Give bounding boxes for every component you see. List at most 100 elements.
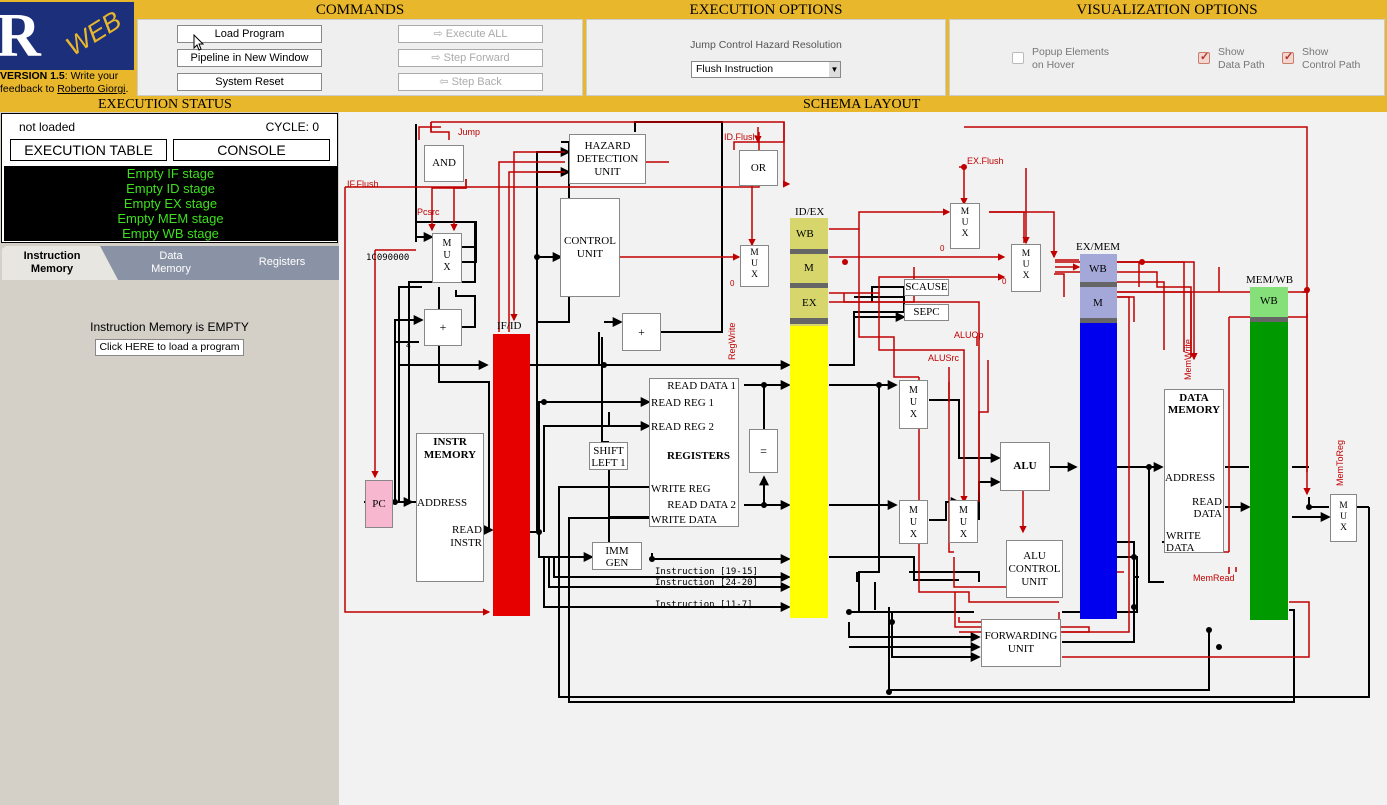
memwrite-signal: MemWrite xyxy=(1183,339,1193,380)
control-line-2: Control Path xyxy=(1302,59,1361,71)
load-program-link[interactable]: Click HERE to load a program xyxy=(95,339,244,356)
exflush-mux-1[interactable]: MUX xyxy=(950,203,980,249)
instr-mem-address: ADDRESS xyxy=(417,497,468,509)
console-button[interactable]: CONSOLE xyxy=(173,139,330,161)
forwarding-unit[interactable]: FORWARDING UNIT xyxy=(981,619,1061,667)
program-counter[interactable]: PC xyxy=(365,480,393,528)
alu-control-unit[interactable]: ALU CONTROL UNIT xyxy=(1006,540,1063,598)
and-gate[interactable]: AND xyxy=(424,145,464,182)
instruction-11-7: Instruction [11-7] xyxy=(655,600,753,610)
logo-letter: R xyxy=(0,2,41,70)
equality-comparator[interactable]: = xyxy=(749,429,778,473)
version-end: . xyxy=(125,83,129,95)
author-link[interactable]: Roberto Giorgi xyxy=(57,83,125,95)
constant-four: 4 xyxy=(406,341,411,350)
shift-line-2: LEFT 1 xyxy=(591,457,626,469)
arrow-right-icon: ⇨ xyxy=(433,28,443,40)
program-state: not loaded xyxy=(19,120,76,134)
write-data-label: WRITE DATA xyxy=(651,514,718,526)
mux-m: M xyxy=(909,385,918,396)
instruction-memory[interactable]: INSTR MEMORY ADDRESS READ INSTR xyxy=(416,433,484,582)
visualization-options-panel: VISUALIZATION OPTIONS Popup Elements on H… xyxy=(949,2,1385,96)
show-control-path-checkbox[interactable] xyxy=(1282,50,1294,64)
memory-tabs: Instruction Memory Data Memory Registers xyxy=(0,246,339,280)
mux-u: U xyxy=(959,517,968,528)
data-mem-write: WRITE DATA xyxy=(1166,530,1201,554)
popup-elements-checkbox[interactable] xyxy=(1012,52,1024,64)
data-memory[interactable]: DATA MEMORY ADDRESS READ DATA WRITE DATA xyxy=(1164,389,1224,554)
pc-mux[interactable]: MUX xyxy=(432,233,462,283)
imm-gen[interactable]: IMM GEN xyxy=(592,542,642,570)
aluop-signal: ALUOp xyxy=(954,330,984,340)
mem-wb-wb: WB xyxy=(1260,295,1278,307)
mux-m: M xyxy=(909,505,918,516)
show-data-path-checkbox[interactable] xyxy=(1198,50,1210,64)
scause-register[interactable]: SCAUSE xyxy=(904,279,949,296)
execute-all-button[interactable]: ⇨ Execute ALL xyxy=(398,25,543,43)
alusrc-mux[interactable]: MUX xyxy=(949,500,978,543)
pc-adder[interactable]: + xyxy=(424,309,462,346)
tab-data-memory[interactable]: Data Memory xyxy=(125,246,217,280)
execute-all-label: Execute ALL xyxy=(445,28,508,40)
if-id-register[interactable] xyxy=(493,334,530,616)
step-back-button[interactable]: ⇦ Step Back xyxy=(398,73,543,91)
memtoreg-signal: MemToReg xyxy=(1335,439,1345,486)
read-instr-2: INSTR xyxy=(450,537,482,549)
exception-address: 1C090000 xyxy=(366,253,410,263)
execution-status-panel: not loaded CYCLE: 0 EXECUTION TABLE CONS… xyxy=(0,112,339,805)
data-mem-line-1: DATA xyxy=(1179,392,1209,404)
exflush-mux-2[interactable]: MUX xyxy=(1011,244,1041,292)
datapath-line-2: Data Path xyxy=(1218,59,1265,71)
branch-adder[interactable]: + xyxy=(622,313,661,351)
id-ex-divider-2 xyxy=(790,283,828,288)
regwrite-signal: RegWrite xyxy=(727,322,737,360)
mux-x: X xyxy=(751,270,758,280)
arrow-left-icon: ⇦ xyxy=(439,76,449,88)
tab-registers[interactable]: Registers xyxy=(236,246,328,280)
control-line-1: CONTROL xyxy=(564,235,616,247)
mem-wb-register[interactable] xyxy=(1250,287,1288,620)
ex-stage-status: Empty EX stage xyxy=(123,196,218,211)
id-ex-wb: WB xyxy=(796,228,814,240)
tab-instruction-line-1: Instruction xyxy=(23,250,81,262)
tab-instruction-memory[interactable]: Instruction Memory xyxy=(6,246,98,280)
alusrc-signal: ALUSrc xyxy=(928,353,960,363)
execution-options-title: EXECUTION OPTIONS xyxy=(689,2,843,18)
system-reset-button[interactable]: System Reset xyxy=(177,73,322,91)
popup-line-1: Popup Elements xyxy=(1032,46,1110,58)
execution-table-button[interactable]: EXECUTION TABLE xyxy=(10,139,167,161)
mem-wb-label: MEM/WB xyxy=(1246,274,1294,286)
hazard-line-2: DETECTION xyxy=(576,153,639,165)
mux-m: M xyxy=(442,238,452,249)
idex-flush-mux[interactable]: MUX xyxy=(740,245,769,287)
jump-hazard-select[interactable]: Flush Instruction ▼ xyxy=(691,61,841,78)
shift-line-1: SHIFT xyxy=(593,445,624,457)
tab-data-line-1: Data xyxy=(159,250,183,262)
cycle-counter: CYCLE: 0 xyxy=(265,120,319,134)
mux-u: U xyxy=(961,218,969,228)
sepc-register[interactable]: SEPC xyxy=(904,304,949,321)
mux-x: X xyxy=(959,529,968,540)
hazard-detection-unit[interactable]: HAZARD DETECTION UNIT xyxy=(569,134,646,184)
control-line-1: Show xyxy=(1302,46,1329,58)
control-line-2: UNIT xyxy=(576,248,604,260)
shift-left-unit[interactable]: SHIFT LEFT 1 xyxy=(589,442,628,470)
mux-x: X xyxy=(1340,523,1347,533)
id-ex-divider-1 xyxy=(790,249,828,254)
step-forward-button[interactable]: ⇨ Step Forward xyxy=(398,49,543,67)
commands-body: Load Program Pipeline in New Window Syst… xyxy=(137,19,583,96)
register-file[interactable]: READ DATA 1 READ REG 1 READ REG 2 REGIST… xyxy=(649,378,739,527)
instruction-memory-message: Instruction Memory is EMPTY xyxy=(90,320,249,334)
execution-options-body: Jump Control Hazard Resolution Flush Ins… xyxy=(586,19,946,96)
jump-signal: Jump xyxy=(458,127,481,137)
forward-a-mux[interactable]: MUX xyxy=(899,380,928,429)
or-gate[interactable]: OR xyxy=(739,150,778,186)
fwd-line-2: UNIT xyxy=(1007,643,1035,655)
mux-u: U xyxy=(909,397,918,408)
alu[interactable]: ALU xyxy=(1000,442,1050,491)
wb-stage-status: Empty WB stage xyxy=(122,226,219,241)
forward-b-mux[interactable]: MUX xyxy=(899,500,928,544)
control-unit[interactable]: CONTROL UNIT xyxy=(560,198,620,297)
memtoreg-mux[interactable]: MUX xyxy=(1330,494,1357,542)
ex-mem-m: M xyxy=(1093,297,1103,309)
